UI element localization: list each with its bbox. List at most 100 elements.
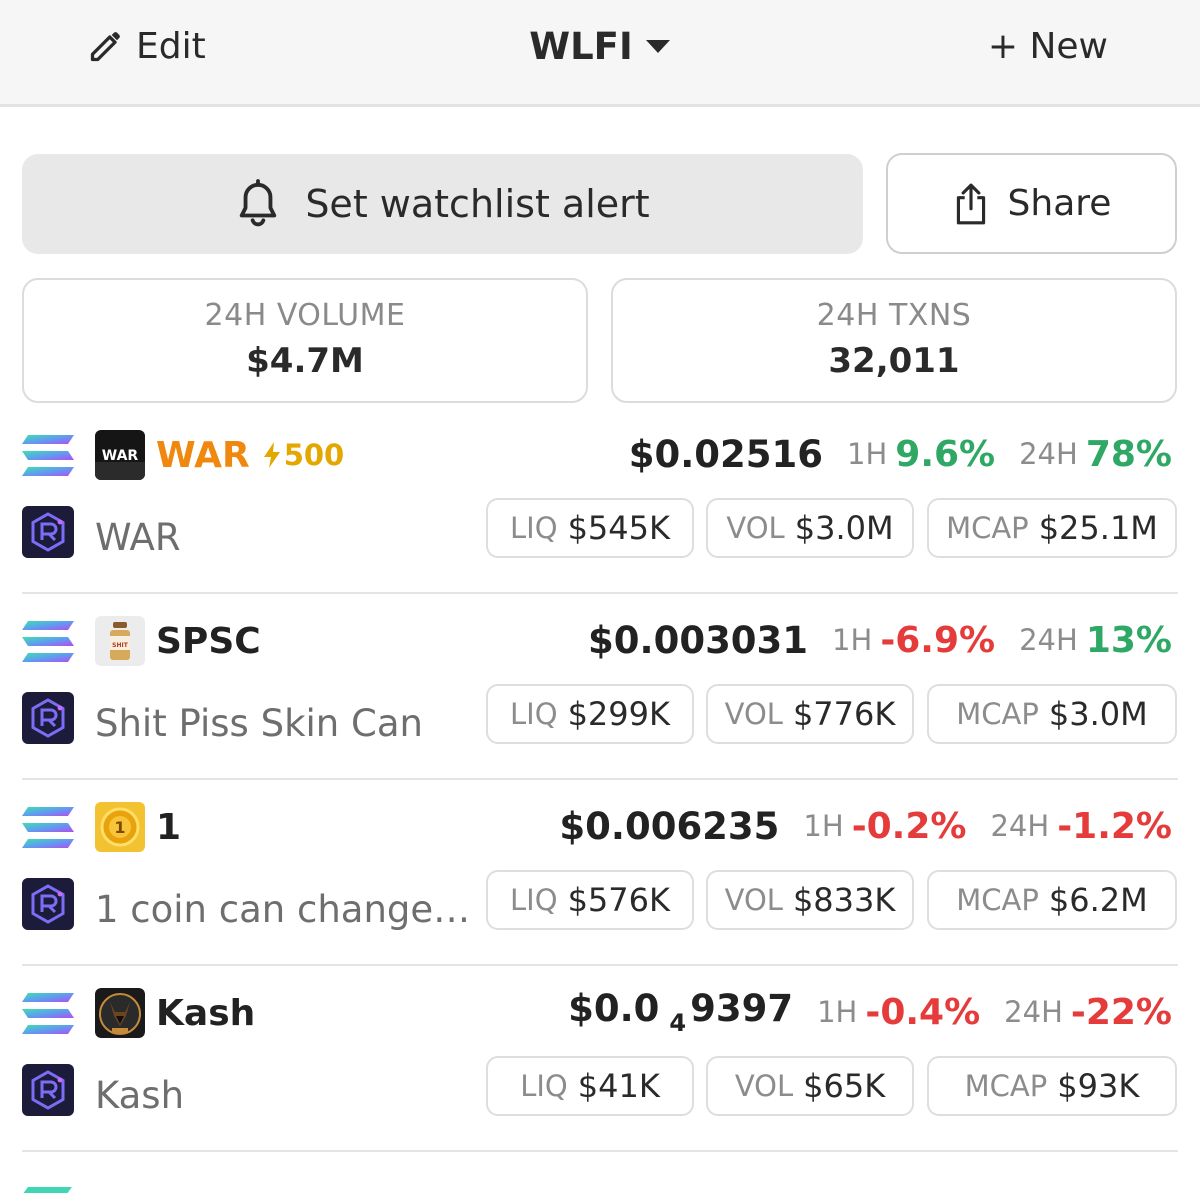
vol-value: $776K	[792, 695, 896, 733]
price-bar: $0.006235 1H -0.2% 24H -1.2%	[559, 798, 1172, 854]
raydium-dex-icon	[22, 692, 74, 744]
vol-value: $65K	[803, 1067, 886, 1105]
price-bar: $0.0 4 9397 1H -0.4% 24H -22%	[568, 984, 1172, 1040]
mcap-label: MCAP	[956, 697, 1039, 731]
change-1h: 9.6%	[895, 433, 996, 475]
gold-coin-logo: 1	[95, 802, 145, 852]
mcap-label: MCAP	[964, 1069, 1048, 1103]
label-24h: 24H	[990, 809, 1050, 843]
liq-label: LIQ	[510, 697, 558, 731]
vol-value: $3.0M	[794, 509, 894, 547]
change-24h: 78%	[1085, 433, 1172, 475]
label-24h: 24H	[1019, 623, 1078, 657]
token-symbol-group: 1	[156, 800, 181, 854]
share-icon	[956, 183, 985, 224]
mcap-value: $3.0M	[1048, 695, 1148, 733]
price-bar: $0.003031 1H -6.9% 24H 13%	[588, 612, 1172, 668]
token-symbol-group: WAR 500	[156, 428, 344, 482]
solana-chain-icon	[22, 621, 74, 662]
label-1h: 1H	[847, 437, 888, 471]
change-24h: 13%	[1085, 619, 1172, 661]
raydium-dex-icon	[22, 878, 74, 930]
liq-label: LIQ	[510, 511, 558, 545]
stat-label: 24H TXNS	[816, 298, 972, 333]
liq-label: LIQ	[520, 1069, 568, 1103]
token-symbol: WAR	[156, 434, 250, 476]
set-watchlist-alert-button[interactable]: Set watchlist alert	[22, 154, 863, 254]
vol-label: VOL	[724, 697, 783, 731]
raydium-dex-icon	[22, 506, 74, 558]
war-token-logo: WAR	[95, 430, 145, 480]
label-24h: 24H	[1004, 995, 1063, 1029]
token-row[interactable]: SHIT SPSC Shit Piss Skin Can $0.003031 1…	[22, 594, 1178, 780]
share-label: Share	[1007, 183, 1112, 224]
change-1h: -0.2%	[851, 805, 967, 847]
liquidity-pill: LIQ $299K	[486, 684, 694, 744]
vol-label: VOL	[726, 511, 785, 545]
liq-value: $576K	[567, 881, 670, 919]
bell-icon	[240, 179, 277, 227]
stat-24h-txns: 24H TXNS 32,011	[611, 278, 1177, 403]
volume-pill: VOL $65K	[706, 1056, 914, 1116]
label-1h: 1H	[803, 809, 844, 843]
token-name: Shit Piss Skin Can	[95, 702, 423, 745]
change-24h: -22%	[1070, 991, 1172, 1033]
top-bar: Edit WLFI + New	[0, 0, 1200, 107]
watchlist-title: WLFI	[529, 24, 633, 68]
price-bar: $0.02516 1H 9.6% 24H 78%	[629, 426, 1172, 482]
solana-chain-icon	[22, 807, 74, 848]
token-name: WAR	[95, 516, 181, 559]
boost-badge: 500	[262, 438, 344, 472]
mcap-pill: MCAP $93K	[927, 1056, 1177, 1116]
token-symbol: 1	[156, 806, 182, 848]
change-24h: -1.2%	[1057, 805, 1172, 847]
token-row[interactable]: 1 1 1 coin can change… $0.006235 1H -0.2…	[22, 780, 1178, 966]
token-name: 1 coin can change…	[95, 888, 471, 931]
liquidity-pill: LIQ $41K	[486, 1056, 694, 1116]
mcap-pill: MCAP $6.2M	[927, 870, 1177, 930]
label-24h: 24H	[1019, 437, 1078, 471]
lightning-icon	[263, 442, 280, 468]
stat-24h-volume: 24H VOLUME $4.7M	[22, 278, 588, 403]
token-name: Kash	[95, 1074, 185, 1117]
label-1h: 1H	[832, 623, 873, 657]
svg-text:1: 1	[114, 818, 125, 837]
liq-value: $41K	[577, 1067, 660, 1105]
token-price: $0.003031	[588, 618, 809, 662]
token-row[interactable]: WAR WAR 500 WAR $0.02516 1H 9.6% 24H 78%…	[22, 408, 1178, 594]
stat-label: 24H VOLUME	[204, 298, 406, 333]
liq-value: $299K	[567, 695, 670, 733]
vol-label: VOL	[734, 1069, 794, 1103]
mcap-label: MCAP	[956, 883, 1039, 917]
token-logo: 1	[95, 802, 145, 852]
spsc-can-logo: SHIT	[95, 616, 145, 666]
token-price: $0.0 4 9397	[568, 987, 794, 1037]
token-row-partial[interactable]	[22, 1150, 1178, 1193]
mcap-pill: MCAP $3.0M	[927, 684, 1177, 744]
liquidity-pill: LIQ $576K	[486, 870, 694, 930]
token-symbol: SPSC	[156, 620, 261, 662]
stat-value: $4.7M	[246, 341, 364, 381]
token-symbol: Kash	[156, 992, 256, 1034]
svg-text:SHIT: SHIT	[112, 642, 129, 649]
mcap-value: $25.1M	[1038, 509, 1158, 547]
mcap-pill: MCAP $25.1M	[927, 498, 1177, 558]
token-row[interactable]: Kash Kash $0.0 4 9397 1H -0.4% 24H -22% LI…	[22, 966, 1178, 1152]
new-watchlist-button[interactable]: + New	[988, 24, 1108, 68]
mcap-label: MCAP	[946, 511, 1029, 545]
dog-logo	[95, 988, 145, 1038]
volume-pill: VOL $833K	[706, 870, 914, 930]
stat-value: 32,011	[828, 341, 960, 381]
token-price: $0.006235	[559, 804, 780, 848]
token-logo: SHIT	[95, 616, 145, 666]
volume-pill: VOL $776K	[706, 684, 914, 744]
solana-chain-icon	[22, 993, 74, 1034]
token-logo	[95, 988, 145, 1038]
change-1h: -6.9%	[880, 619, 996, 661]
share-button[interactable]: Share	[886, 153, 1177, 254]
caret-down-icon	[645, 40, 670, 53]
token-logo: WAR	[95, 430, 145, 480]
liq-value: $545K	[567, 509, 670, 547]
solana-chain-icon	[22, 435, 74, 476]
solana-chain-icon	[23, 1187, 72, 1193]
